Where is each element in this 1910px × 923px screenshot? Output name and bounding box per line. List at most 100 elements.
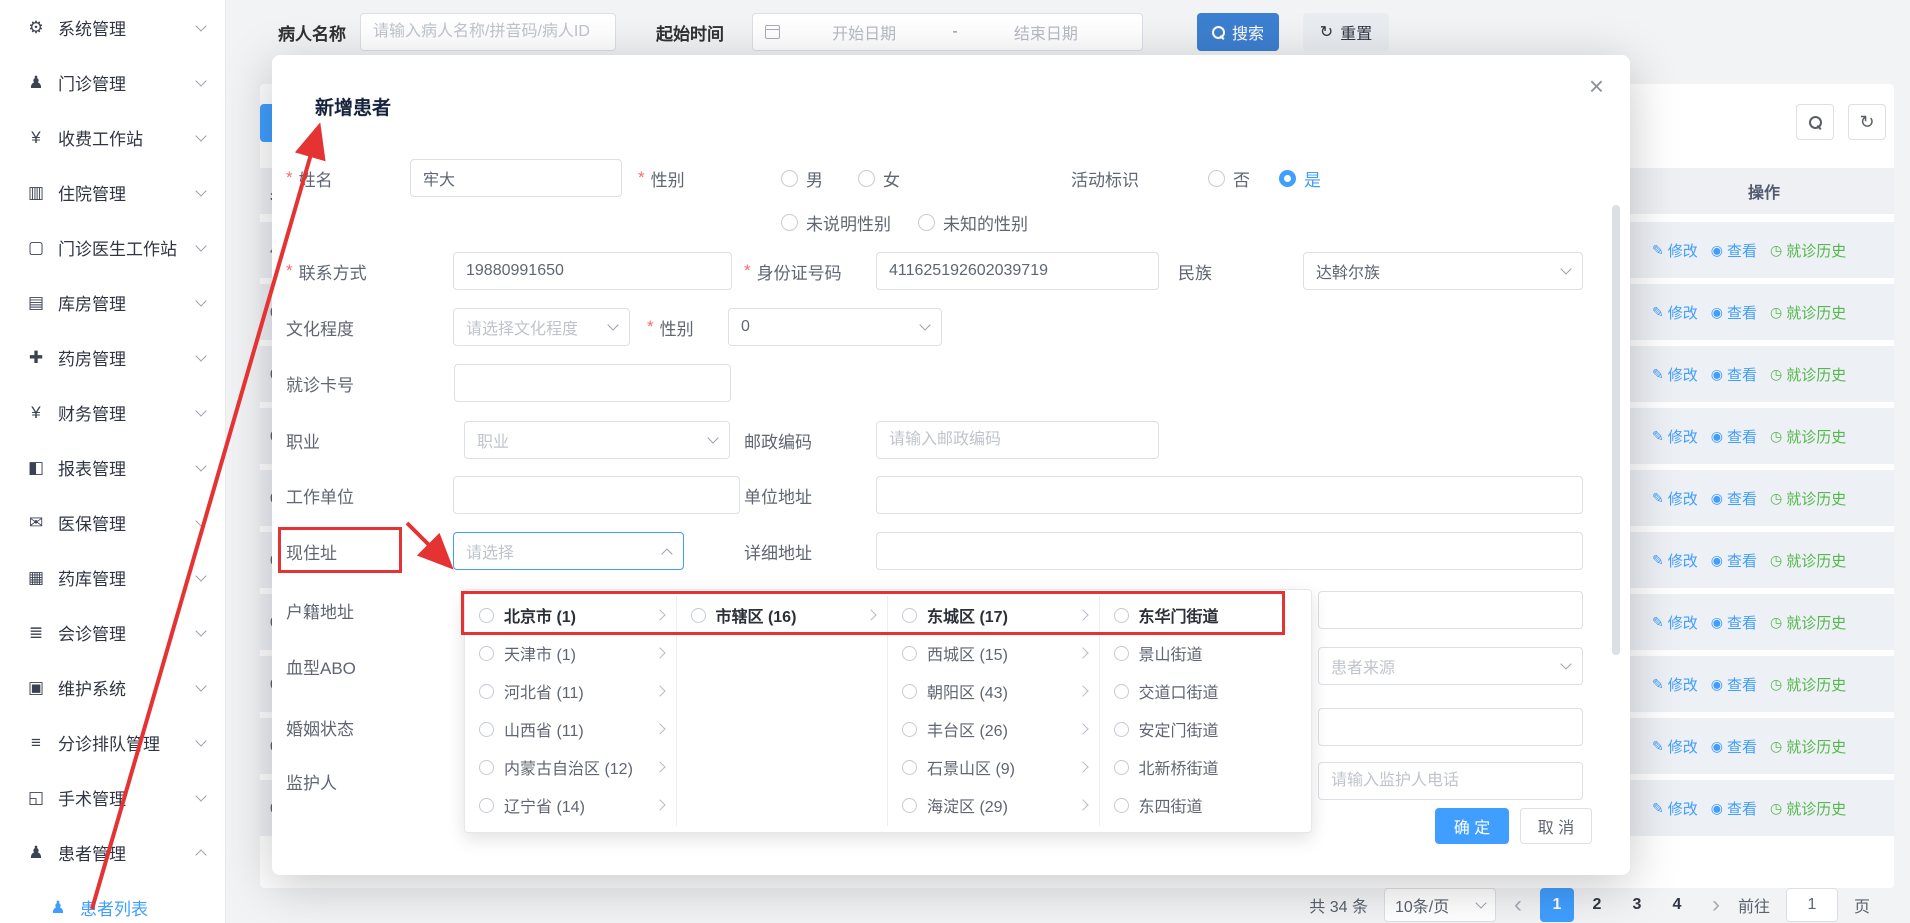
cascader-option[interactable]: 交道口街道 <box>1100 672 1312 710</box>
idcard-input[interactable] <box>876 252 1159 290</box>
gender-female-radio[interactable]: 女 <box>858 159 900 197</box>
page-button[interactable]: 4 <box>1660 888 1694 922</box>
visit-history-link[interactable]: ◷ 就诊历史 <box>1770 550 1846 571</box>
sidebar-item[interactable]: ▥ 住院管理 <box>0 165 225 220</box>
sidebar-item-patient-list[interactable]: ♟ 患者列表 <box>0 880 225 923</box>
sidebar-item[interactable]: ▣ 维护系统 <box>0 660 225 715</box>
sidebar-item[interactable]: ¥ 财务管理 <box>0 385 225 440</box>
name-input[interactable] <box>410 159 622 197</box>
edit-link[interactable]: ✎ 修改 <box>1652 302 1698 323</box>
sidebar-item[interactable]: ✚ 药房管理 <box>0 330 225 385</box>
cascader-option[interactable]: 天津市 (1) <box>465 634 676 672</box>
view-link[interactable]: ◉ 查看 <box>1711 798 1757 819</box>
cascader-option[interactable]: 东四街道 <box>1100 786 1312 824</box>
sidebar-item[interactable]: ≡ 分诊排队管理 <box>0 715 225 770</box>
cascader-option[interactable]: 辽宁省 (14) <box>465 786 676 824</box>
sidebar-item[interactable]: ▦ 药库管理 <box>0 550 225 605</box>
detail-address-input[interactable] <box>876 532 1583 570</box>
goto-page-input[interactable] <box>1786 888 1838 922</box>
active-yes-radio[interactable]: 是 <box>1279 159 1321 197</box>
visit-history-link[interactable]: ◷ 就诊历史 <box>1770 612 1846 633</box>
sidebar-item[interactable]: ≣ 会诊管理 <box>0 605 225 660</box>
cascader-option[interactable]: 丰台区 (26) <box>888 710 1099 748</box>
unlabeled-input-1[interactable] <box>1318 591 1583 629</box>
edit-link[interactable]: ✎ 修改 <box>1652 736 1698 757</box>
edit-link[interactable]: ✎ 修改 <box>1652 798 1698 819</box>
education-select[interactable]: 请选择文化程度 <box>453 308 630 346</box>
visit-history-link[interactable]: ◷ 就诊历史 <box>1770 426 1846 447</box>
cascader-option[interactable]: 北京市 (1) <box>465 596 676 634</box>
visit-history-link[interactable]: ◷ 就诊历史 <box>1770 364 1846 385</box>
contact-input[interactable] <box>453 252 732 290</box>
date-range-picker[interactable]: 开始日期 - 结束日期 <box>752 13 1143 51</box>
sidebar-item[interactable]: ⚙ 系统管理 <box>0 0 225 55</box>
table-search-button[interactable] <box>1796 104 1834 140</box>
page-button[interactable]: 2 <box>1580 888 1614 922</box>
view-link[interactable]: ◉ 查看 <box>1711 426 1757 447</box>
view-link[interactable]: ◉ 查看 <box>1711 550 1757 571</box>
guardian-phone-input[interactable] <box>1318 762 1583 800</box>
prev-page-button[interactable]: ‹ <box>1512 893 1524 917</box>
sidebar-item[interactable]: ✉ 医保管理 <box>0 495 225 550</box>
ethnicity-select[interactable]: 达斡尔族 <box>1303 252 1583 290</box>
visit-history-link[interactable]: ◷ 就诊历史 <box>1770 736 1846 757</box>
cascader-option[interactable]: 朝阳区 (43) <box>888 672 1099 710</box>
visit-history-link[interactable]: ◷ 就诊历史 <box>1770 302 1846 323</box>
gender-male-radio[interactable]: 男 <box>781 159 823 197</box>
sidebar-item[interactable]: ♟ 门诊管理 <box>0 55 225 110</box>
visit-history-link[interactable]: ◷ 就诊历史 <box>1770 798 1846 819</box>
close-icon[interactable]: × <box>1589 73 1604 99</box>
search-button[interactable]: 搜索 <box>1197 13 1279 51</box>
employer-input[interactable] <box>453 476 740 514</box>
cascader-option[interactable]: 内蒙古自治区 (12) <box>465 748 676 786</box>
sidebar-item[interactable]: ▤ 库房管理 <box>0 275 225 330</box>
edit-link[interactable]: ✎ 修改 <box>1652 426 1698 447</box>
edit-link[interactable]: ✎ 修改 <box>1652 612 1698 633</box>
visit-history-link[interactable]: ◷ 就诊历史 <box>1770 674 1846 695</box>
sidebar-item[interactable]: ▢ 门诊医生工作站 <box>0 220 225 275</box>
visit-card-input[interactable] <box>454 364 731 402</box>
cascader-option[interactable]: 东华门街道 <box>1100 596 1312 634</box>
cascader-option[interactable]: 市辖区 (16) <box>677 596 888 634</box>
edit-link[interactable]: ✎ 修改 <box>1652 488 1698 509</box>
view-link[interactable]: ◉ 查看 <box>1711 364 1757 385</box>
cascader-option[interactable]: 景山街道 <box>1100 634 1312 672</box>
view-link[interactable]: ◉ 查看 <box>1711 674 1757 695</box>
gender-unknown-radio[interactable]: 未知的性别 <box>918 203 1028 241</box>
edit-link[interactable]: ✎ 修改 <box>1652 240 1698 261</box>
cascader-option[interactable]: 山西省 (11) <box>465 710 676 748</box>
view-link[interactable]: ◉ 查看 <box>1711 612 1757 633</box>
sidebar-item[interactable]: ◱ 手术管理 <box>0 770 225 825</box>
gender-unspecified-radio[interactable]: 未说明性别 <box>781 203 891 241</box>
reset-button[interactable]: ↻ 重置 <box>1303 13 1389 51</box>
cascader-option[interactable]: 西城区 (15) <box>888 634 1099 672</box>
cascader-option[interactable]: 河北省 (11) <box>465 672 676 710</box>
modal-scrollbar[interactable] <box>1612 205 1620 655</box>
cascader-option[interactable]: 海淀区 (29) <box>888 786 1099 824</box>
sidebar-item[interactable]: ◧ 报表管理 <box>0 440 225 495</box>
patient-name-input[interactable] <box>360 13 616 51</box>
sidebar-item[interactable]: ♟ 患者管理 <box>0 825 225 880</box>
cascader-option[interactable]: 石景山区 (9) <box>888 748 1099 786</box>
cascader-option[interactable]: 东城区 (17) <box>888 596 1099 634</box>
page-button[interactable]: 1 <box>1540 888 1574 922</box>
view-link[interactable]: ◉ 查看 <box>1711 240 1757 261</box>
cascader-option[interactable]: 北新桥街道 <box>1100 748 1312 786</box>
active-no-radio[interactable]: 否 <box>1208 159 1250 197</box>
page-button[interactable]: 3 <box>1620 888 1654 922</box>
edit-link[interactable]: ✎ 修改 <box>1652 550 1698 571</box>
sidebar-item[interactable]: ¥ 收费工作站 <box>0 110 225 165</box>
postcode-input[interactable] <box>876 421 1159 459</box>
current-address-select[interactable]: 请选择 <box>453 532 684 570</box>
edit-link[interactable]: ✎ 修改 <box>1652 364 1698 385</box>
page-size-select[interactable]: 10条/页 <box>1384 888 1496 922</box>
view-link[interactable]: ◉ 查看 <box>1711 736 1757 757</box>
view-link[interactable]: ◉ 查看 <box>1711 302 1757 323</box>
cancel-button[interactable]: 取 消 <box>1520 808 1592 844</box>
view-link[interactable]: ◉ 查看 <box>1711 488 1757 509</box>
visit-history-link[interactable]: ◷ 就诊历史 <box>1770 488 1846 509</box>
unlabeled-input-2[interactable] <box>1318 708 1583 746</box>
employer-address-input[interactable] <box>876 476 1583 514</box>
next-page-button[interactable]: › <box>1710 893 1722 917</box>
occupation-select[interactable]: 职业 <box>464 421 730 459</box>
